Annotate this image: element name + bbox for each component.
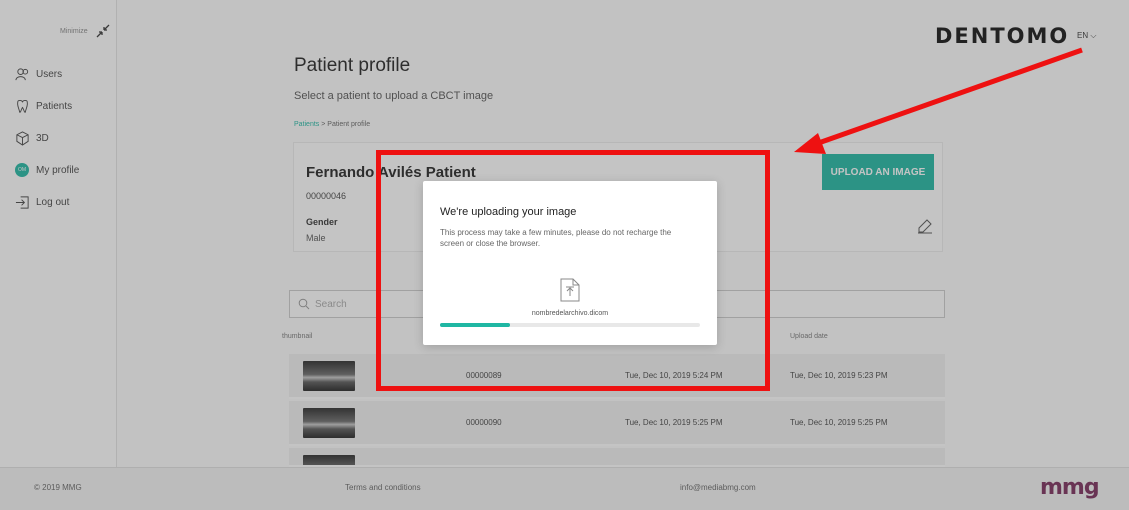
annotation-arrow-icon	[794, 47, 1083, 154]
